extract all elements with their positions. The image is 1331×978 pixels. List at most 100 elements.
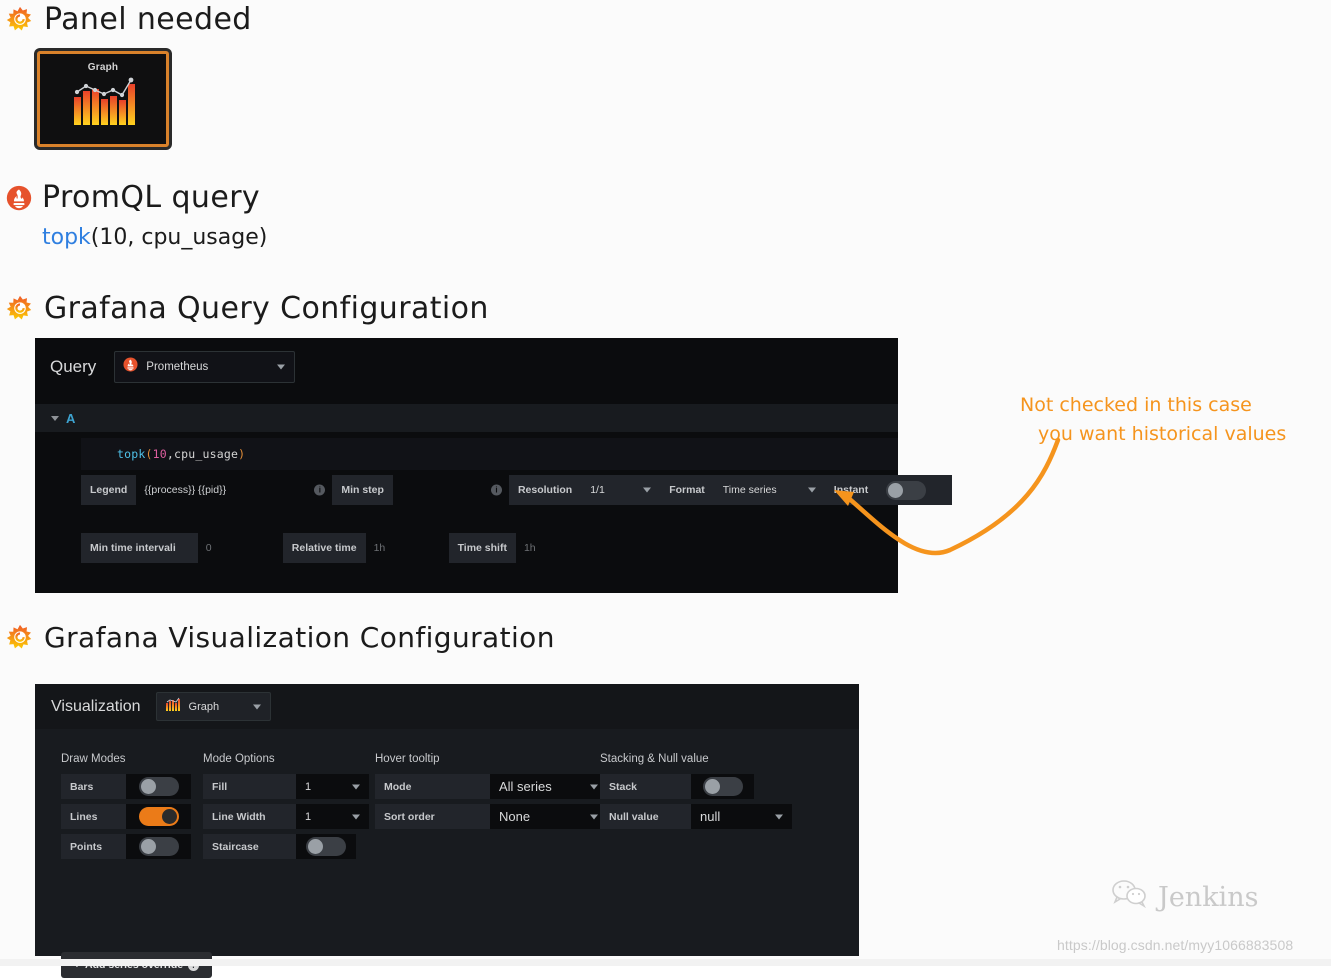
section-heading-promql: PromQL query — [6, 180, 260, 215]
option-row-points[interactable]: Points — [61, 834, 191, 859]
toggle-knob — [140, 779, 156, 794]
chevron-down-icon — [643, 487, 652, 493]
expr-number: 10 — [152, 447, 167, 461]
bars-label: Bars — [61, 774, 126, 799]
query-expression-editor[interactable]: topk(10,cpu_usage) — [81, 438, 898, 470]
graph-panel-thumbnail[interactable]: Graph — [37, 51, 169, 147]
option-row-fill[interactable]: Fill 1 — [203, 774, 369, 799]
section-heading-panel-needed: Panel needed — [6, 2, 252, 37]
chevron-down-icon — [352, 814, 360, 819]
column-hover-tooltip: Hover tooltip Mode All series Sort order… — [375, 753, 607, 834]
format-select[interactable]: Time series — [713, 475, 825, 505]
watermark-text: Jenkins — [1158, 882, 1259, 913]
info-icon[interactable]: i — [314, 484, 326, 496]
format-label: Format — [660, 475, 714, 505]
toggle-knob — [308, 839, 323, 854]
mode-select[interactable]: All series — [490, 774, 607, 799]
expr-args: ,cpu_usage — [166, 447, 239, 461]
grafana-logo-icon — [6, 624, 34, 652]
min-time-interval-input[interactable]: 0 — [197, 533, 276, 563]
time-shift-field[interactable]: Time shift 1h — [448, 533, 590, 563]
legend-field[interactable]: Legend {{process}} {{pid}} i — [81, 475, 333, 505]
legend-label: Legend — [81, 475, 137, 505]
null-value-value: null — [700, 809, 721, 824]
stack-toggle-cell[interactable] — [691, 774, 754, 799]
resolution-field[interactable]: Resolution 1/1 — [508, 475, 661, 505]
bars-toggle-cell[interactable] — [126, 774, 191, 799]
chevron-down-icon — [277, 364, 286, 370]
section-title: Grafana Query Configuration — [44, 291, 489, 326]
resolution-select[interactable]: 1/1 — [581, 475, 661, 505]
instant-toggle[interactable] — [886, 480, 927, 500]
min-time-interval-value: 0 — [205, 542, 212, 554]
line-width-label: Line Width — [203, 804, 296, 829]
min-step-field[interactable]: Min step i — [332, 475, 509, 505]
column-title: Hover tooltip — [375, 753, 440, 765]
lines-label: Lines — [61, 804, 126, 829]
format-field[interactable]: Format Time series — [660, 475, 825, 505]
option-row-lines[interactable]: Lines — [61, 804, 191, 829]
column-stacking-null: Stacking & Null value Stack Null value n… — [600, 753, 792, 834]
min-time-interval-field[interactable]: Min time interval i 0 — [81, 533, 276, 563]
datasource-select[interactable]: Prometheus — [114, 351, 296, 383]
promql-args: (10, cpu_usage) — [90, 225, 268, 250]
info-icon[interactable]: i — [173, 542, 176, 554]
time-shift-input[interactable]: 1h — [515, 533, 590, 563]
lines-toggle[interactable] — [138, 807, 179, 826]
chevron-down-icon[interactable] — [51, 415, 59, 421]
time-shift-value: 1h — [523, 542, 536, 554]
option-row-stack[interactable]: Stack — [600, 774, 792, 799]
toggle-knob — [704, 779, 720, 794]
grafana-logo-icon — [6, 295, 34, 323]
visualization-options-body: Draw Modes Bars Lines Points Mode Option… — [35, 729, 859, 978]
stack-toggle[interactable] — [702, 777, 743, 796]
relative-time-input[interactable]: 1h — [365, 533, 442, 563]
option-row-null-value[interactable]: Null value null — [600, 804, 792, 829]
info-icon[interactable]: i — [490, 484, 502, 496]
expr-function: topk — [117, 447, 146, 461]
watermark-url: https://blog.csdn.net/myy1066883508 — [1057, 937, 1294, 953]
option-row-mode[interactable]: Mode All series — [375, 774, 607, 799]
relative-time-field[interactable]: Relative time 1h — [282, 533, 442, 563]
chevron-down-icon — [252, 704, 261, 709]
bars-toggle[interactable] — [138, 777, 179, 796]
points-label: Points — [61, 834, 126, 859]
legend-input[interactable]: {{process}} {{pid}} i — [136, 475, 333, 505]
fill-label: Fill — [203, 774, 296, 799]
bottom-strip — [0, 959, 1331, 966]
option-row-line-width[interactable]: Line Width 1 — [203, 804, 369, 829]
staircase-toggle[interactable] — [306, 837, 346, 856]
section-title: PromQL query — [42, 180, 261, 215]
query-ref-row[interactable]: A — [35, 404, 898, 432]
fill-value: 1 — [305, 780, 312, 793]
staircase-toggle-cell[interactable] — [296, 834, 356, 859]
min-step-input[interactable]: i — [392, 475, 509, 505]
instant-label: Instant — [824, 475, 878, 505]
chevron-down-icon — [352, 784, 360, 789]
annotation-line-1: Not checked in this case — [1020, 394, 1252, 416]
option-row-bars[interactable]: Bars — [61, 774, 191, 799]
option-row-sort-order[interactable]: Sort order None — [375, 804, 607, 829]
instant-toggle-wrap[interactable] — [877, 475, 953, 505]
instant-field[interactable]: Instant — [824, 475, 953, 505]
visualization-type-select[interactable]: Graph — [155, 692, 271, 721]
resolution-value: 1/1 — [590, 484, 605, 496]
min-time-interval-label-wrap: Min time interval i — [81, 533, 198, 563]
line-width-value: 1 — [305, 810, 312, 823]
line-width-select[interactable]: 1 — [296, 804, 369, 829]
option-row-staircase[interactable]: Staircase — [203, 834, 369, 859]
fill-select[interactable]: 1 — [296, 774, 369, 799]
lines-toggle-cell[interactable] — [126, 804, 191, 829]
toggle-knob — [140, 839, 156, 854]
points-toggle-cell[interactable] — [126, 834, 191, 859]
relative-time-value: 1h — [373, 542, 386, 554]
datasource-name: Prometheus — [146, 361, 209, 373]
sort-order-label: Sort order — [375, 804, 490, 829]
points-toggle[interactable] — [138, 837, 179, 856]
relative-time-label: Relative time — [282, 533, 366, 563]
column-title: Draw Modes — [61, 753, 126, 765]
staircase-label: Staircase — [203, 834, 296, 859]
null-value-select[interactable]: null — [691, 804, 792, 829]
query-header: Query Prometheus — [35, 338, 898, 396]
sort-order-select[interactable]: None — [490, 804, 607, 829]
